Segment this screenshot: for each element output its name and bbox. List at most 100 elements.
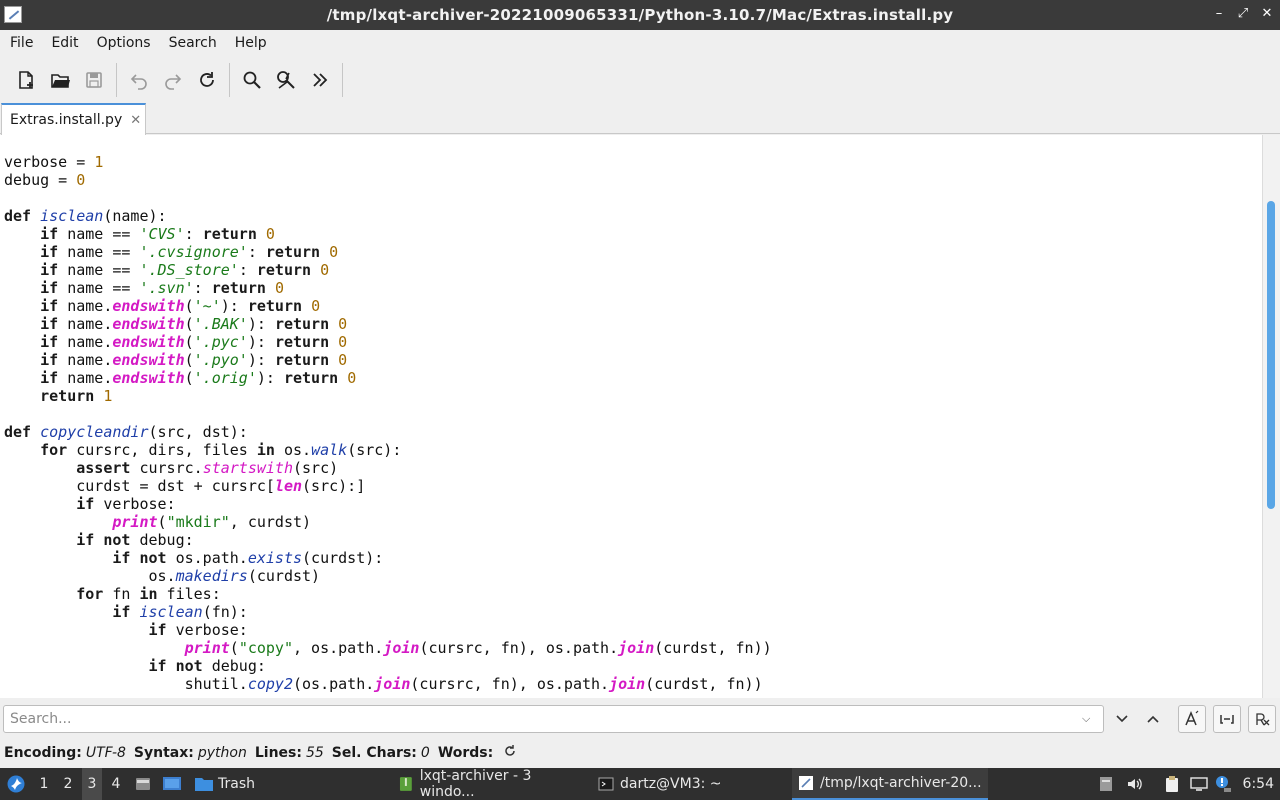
code-line[interactable]: if name.endswith('.BAK'): return 0: [4, 315, 772, 333]
task-lxqt-archiver[interactable]: lxqt-archiver - 3 windo...: [392, 768, 588, 800]
code-token: (cursrc, fn), os.path.: [410, 675, 610, 693]
desktop-switch-2[interactable]: 2: [58, 768, 78, 800]
desktop-switch-3[interactable]: 3: [82, 768, 102, 800]
scrollbar-thumb[interactable]: [1267, 201, 1275, 509]
new-file-button[interactable]: [9, 62, 43, 98]
go-to-line-button[interactable]: [303, 62, 337, 98]
code-token: os.path.: [166, 549, 248, 567]
code-token: ):: [247, 315, 275, 333]
code-editor[interactable]: verbose = 1 debug = 0 def isclean(name): …: [0, 135, 1262, 698]
chevron-down-icon[interactable]: ⌵: [1082, 712, 1090, 726]
code-line[interactable]: print("mkdir", curdst): [4, 513, 772, 531]
code-line[interactable]: if not debug:: [4, 531, 772, 549]
code-line[interactable]: for cursrc, dirs, files in os.walk(src):: [4, 441, 772, 459]
code-line[interactable]: def copycleandir(src, dst):: [4, 423, 772, 441]
task-featherpad[interactable]: /tmp/lxqt-archiver-20...: [792, 768, 988, 800]
code-line[interactable]: for fn in files:: [4, 585, 772, 603]
code-line[interactable]: return 1: [4, 387, 772, 405]
code-token: (name):: [103, 207, 167, 225]
clock[interactable]: 6:54: [1243, 768, 1274, 800]
reload-button[interactable]: [190, 62, 224, 98]
featherpad-app-icon[interactable]: [4, 6, 22, 23]
close-tab-icon[interactable]: ✕: [130, 113, 141, 128]
close-window-button[interactable]: ✕: [1260, 6, 1274, 22]
code-line[interactable]: if name == '.svn': return 0: [4, 279, 772, 297]
find-button[interactable]: [235, 62, 269, 98]
minimize-button[interactable]: –: [1212, 6, 1226, 22]
code-token: '.orig': [193, 369, 257, 387]
open-file-button[interactable]: [43, 62, 77, 98]
code-line[interactable]: [4, 405, 772, 423]
syntax-label: Syntax:: [133, 745, 194, 761]
code-line[interactable]: [4, 189, 772, 207]
tray-notifications[interactable]: [1214, 768, 1234, 800]
search-bar: ⌵: [0, 700, 1280, 738]
code-token: (: [184, 369, 194, 387]
redo-button[interactable]: [156, 62, 190, 98]
code-token: , os.path.: [293, 639, 384, 657]
code-line[interactable]: if name == '.DS_store': return 0: [4, 261, 772, 279]
save-button[interactable]: [77, 62, 111, 98]
menu-options[interactable]: Options: [88, 30, 160, 56]
show-desktop-button[interactable]: [134, 768, 154, 800]
tray-volume[interactable]: [1126, 768, 1146, 800]
code-line[interactable]: curdst = dst + cursrc[len(src):]: [4, 477, 772, 495]
code-line[interactable]: if verbose:: [4, 495, 772, 513]
search-input[interactable]: [3, 705, 1104, 733]
menu-help[interactable]: Help: [226, 30, 276, 56]
code-line[interactable]: if name.endswith('.pyc'): return 0: [4, 333, 772, 351]
undo-button[interactable]: [122, 62, 156, 98]
archive-icon: [399, 777, 412, 791]
code-line[interactable]: if name.endswith('.orig'): return 0: [4, 369, 772, 387]
desktop-launcher[interactable]: [162, 768, 184, 800]
code-line[interactable]: debug = 0: [4, 171, 772, 189]
menu-search[interactable]: Search: [160, 30, 226, 56]
regex-toggle[interactable]: [1248, 705, 1276, 733]
tray-clipboard[interactable]: [1164, 768, 1184, 800]
whole-word-toggle[interactable]: [1213, 705, 1241, 733]
refresh-word-count-icon[interactable]: [503, 744, 517, 762]
code-line[interactable]: os.makedirs(curdst): [4, 567, 772, 585]
trash-launcher[interactable]: Trash: [194, 768, 261, 800]
code-token: endswith: [112, 369, 185, 387]
task-terminal[interactable]: dartz@VM3: ~: [592, 768, 788, 800]
code-line[interactable]: if name.endswith('.pyo'): return 0: [4, 351, 772, 369]
code-token: join: [383, 639, 420, 657]
file-manager-icon: [136, 778, 150, 790]
redo-icon: [165, 74, 182, 90]
code-line[interactable]: if name.endswith('~'): return 0: [4, 297, 772, 315]
menu-file[interactable]: File: [1, 30, 42, 56]
code-line[interactable]: if name == '.cvsignore': return 0: [4, 243, 772, 261]
code-line[interactable]: if not debug:: [4, 657, 772, 675]
code-line[interactable]: if verbose:: [4, 621, 772, 639]
maximize-button[interactable]: ⤢: [1236, 6, 1250, 22]
code-token: return: [247, 297, 303, 315]
code-token: if: [76, 495, 95, 513]
code-line[interactable]: shutil.copy2(os.path.join(cursrc, fn), o…: [4, 675, 772, 693]
tray-network[interactable]: [1190, 768, 1210, 800]
code-token: name ==: [58, 279, 140, 297]
lines-label: Lines:: [254, 745, 302, 761]
menu-edit[interactable]: Edit: [42, 30, 87, 56]
code-line[interactable]: assert cursrc.startswith(src): [4, 459, 772, 477]
code-text[interactable]: verbose = 1 debug = 0 def isclean(name): …: [4, 153, 772, 693]
match-case-toggle[interactable]: [1178, 705, 1206, 733]
desktop-switch-1[interactable]: 1: [34, 768, 54, 800]
tray-keyboard[interactable]: [1098, 768, 1118, 800]
code-token: verbose =: [4, 153, 95, 171]
find-next-button[interactable]: [1108, 705, 1136, 733]
start-menu-button[interactable]: [4, 768, 28, 800]
code-line[interactable]: if not os.path.exists(curdst):: [4, 549, 772, 567]
desktop-switch-4[interactable]: 4: [106, 768, 126, 800]
replace-button[interactable]: [269, 62, 303, 98]
code-line[interactable]: if isclean(fn):: [4, 603, 772, 621]
code-line[interactable]: def isclean(name):: [4, 207, 772, 225]
code-token: name.: [58, 369, 113, 387]
tab-extras-install-py[interactable]: Extras.install.py ✕: [1, 103, 146, 135]
code-token: isclean: [40, 207, 104, 225]
code-line[interactable]: if name == 'CVS': return 0: [4, 225, 772, 243]
code-line[interactable]: print("copy", os.path.join(cursrc, fn), …: [4, 639, 772, 657]
code-line[interactable]: verbose = 1: [4, 153, 772, 171]
vertical-scrollbar[interactable]: [1262, 135, 1280, 698]
find-previous-button[interactable]: [1139, 705, 1167, 733]
